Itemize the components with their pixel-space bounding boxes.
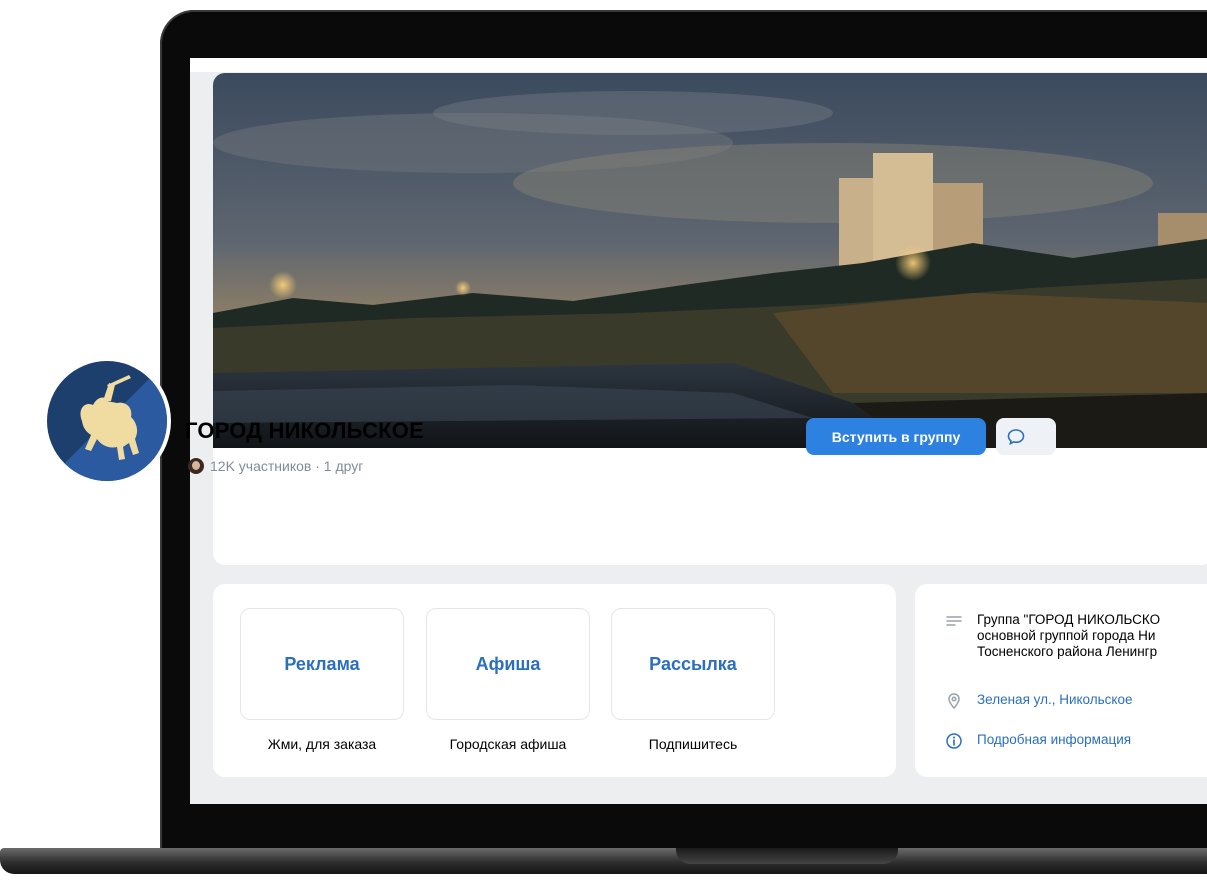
address-link[interactable]: Зеленая ул., Никольское [977, 692, 1133, 707]
link-caption-ads: Жми, для заказа [267, 736, 377, 752]
message-button[interactable] [996, 418, 1056, 455]
link-tile-poster[interactable]: Афиша [426, 608, 590, 720]
laptop-base [0, 848, 1207, 874]
join-group-button[interactable]: Вступить в группу [806, 418, 986, 455]
info-card: Группа "ГОРОД НИКОЛЬСКО основной группой… [915, 584, 1207, 777]
info-icon [946, 733, 962, 749]
description-row: Группа "ГОРОД НИКОЛЬСКО основной группой… [945, 612, 1160, 660]
description-line-2: основной группой города Ни [977, 628, 1156, 643]
friend-avatar [188, 458, 204, 474]
group-title: ГОРОД НИКОЛЬСКОЕ [185, 418, 424, 443]
link-caption-poster: Городская афиша [449, 736, 567, 752]
lines-icon [946, 616, 962, 626]
links-card: Реклама Жми, для заказа Афиша Городская … [213, 584, 896, 777]
location-pin-icon [948, 693, 960, 710]
details-row[interactable]: Подробная информация [945, 732, 1131, 750]
link-tile-newsletter[interactable]: Рассылка [611, 608, 775, 720]
address-row[interactable]: Зеленая ул., Никольское [945, 692, 1133, 710]
members-count[interactable]: 12K участников · 1 друг [188, 458, 363, 474]
link-caption-newsletter: Подпишитесь [648, 736, 738, 752]
link-tile-ads[interactable]: Реклама [240, 608, 404, 720]
horse-rider-icon [47, 361, 167, 481]
members-text: 12K участников · 1 друг [210, 458, 364, 474]
cover-photo [213, 73, 1207, 449]
laptop-notch [676, 848, 898, 864]
description-line-1: Группа "ГОРОД НИКОЛЬСКО [977, 612, 1161, 627]
details-link[interactable]: Подробная информация [977, 732, 1131, 747]
description-line-3: Тосненского района Ленингр [977, 644, 1158, 659]
group-avatar[interactable] [43, 357, 171, 485]
message-icon [1007, 428, 1025, 445]
top-bar [190, 58, 1207, 72]
